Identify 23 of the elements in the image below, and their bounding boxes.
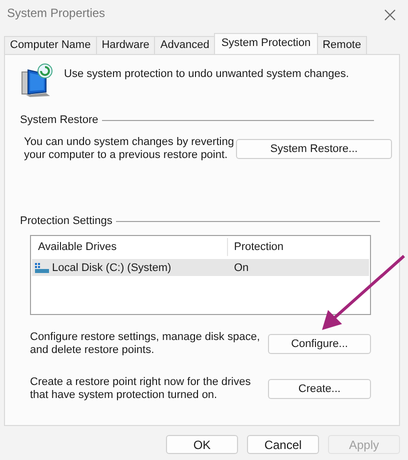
group-heading: System Restore — [20, 114, 98, 126]
intro-text: Use system protection to undo unwanted system changes. — [64, 68, 349, 80]
group-heading: Protection Settings — [20, 215, 112, 227]
action-button[interactable]: Create... — [268, 379, 371, 399]
tab[interactable]: System Protection — [214, 33, 318, 54]
action-description: Configure restore settings, manage disk space, and delete restore points. — [30, 331, 261, 357]
restore-description: You can undo system changes by reverting your computer to a previous restore point. — [24, 136, 234, 162]
action-button[interactable]: Configure... — [268, 334, 371, 354]
window-title: System Properties — [7, 6, 106, 20]
dialog-button[interactable]: Cancel — [247, 435, 319, 454]
drive-row[interactable]: Local Disk (C:) (System) On — [32, 259, 369, 276]
drive-icon — [35, 262, 49, 272]
drive-name: Local Disk (C:) (System) — [52, 262, 172, 274]
computer-icon — [20, 62, 54, 98]
close-icon[interactable] — [384, 9, 396, 21]
protection-status: On — [233, 262, 249, 274]
system-restore-button[interactable]: System Restore... — [236, 139, 392, 159]
action-description: Create a restore point right now for the drives that have system protection turned on. — [30, 376, 252, 402]
tab[interactable]: Computer Name — [4, 36, 97, 54]
column-header[interactable]: Available Drives — [32, 238, 228, 256]
column-header[interactable]: Protection — [228, 238, 284, 256]
dialog-button[interactable]: OK — [166, 435, 238, 454]
tab[interactable]: Remote — [316, 36, 368, 54]
